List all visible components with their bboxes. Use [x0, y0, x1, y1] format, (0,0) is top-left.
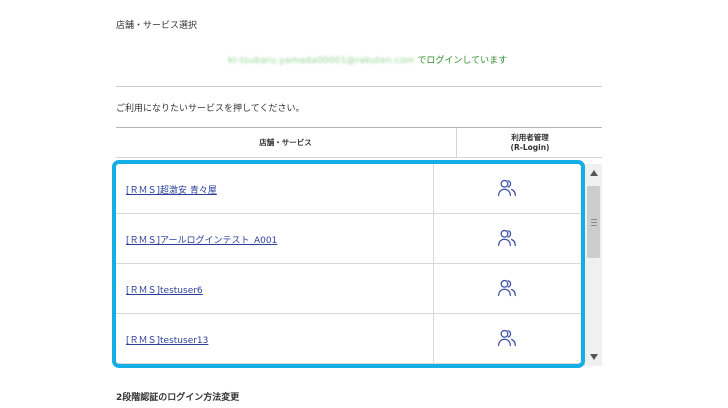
scroll-down-button[interactable]: [585, 350, 602, 364]
service-list: [ＲＭＳ]超激安 青々屋 [ＲＭＳ]アールログインテスト_A001 [ＲＭＳ]t…: [116, 164, 602, 366]
instruction-text: ご利用になりたいサービスを押してください。: [116, 104, 305, 114]
service-link[interactable]: [ＲＭＳ]testuser13: [126, 333, 208, 346]
service-row: [ＲＭＳ]testuser13: [116, 314, 584, 364]
two-factor-section-heading: 2段階認証のログイン方法変更: [116, 393, 240, 403]
login-email: kr-tsubaru.yamada00001@rakuten.com: [228, 56, 415, 66]
service-link[interactable]: [ＲＭＳ]超激安 青々屋: [126, 183, 217, 196]
service-row: [ＲＭＳ]超激安 青々屋: [116, 164, 584, 214]
column-header-store: 店舗・サービス: [259, 137, 312, 147]
login-status: kr-tsubaru.yamada00001@rakuten.com でログイン…: [228, 53, 507, 66]
page-title: 店舗・サービス選択: [116, 21, 198, 31]
triangle-up-icon: [589, 170, 598, 176]
table-header: 店舗・サービス 利用者管理 (R-Login): [116, 127, 602, 158]
service-link[interactable]: [ＲＭＳ]アールログインテスト_A001: [126, 233, 277, 246]
users-icon[interactable]: [497, 178, 517, 198]
users-icon[interactable]: [497, 328, 517, 348]
service-row: [ＲＭＳ]アールログインテスト_A001: [116, 214, 584, 264]
triangle-down-icon: [589, 354, 598, 360]
cell-divider: [433, 164, 434, 213]
service-link[interactable]: [ＲＭＳ]testuser6: [126, 283, 203, 296]
users-icon[interactable]: [497, 278, 517, 298]
column-header-user-management-line1: 利用者管理: [511, 132, 549, 142]
scroll-up-button[interactable]: [585, 166, 602, 180]
service-row: [ＲＭＳ]testuser6: [116, 264, 584, 314]
list-scrollbar[interactable]: [584, 164, 602, 366]
divider: [116, 86, 602, 87]
login-status-text: でログインしています: [417, 56, 508, 66]
grip-icon: [590, 218, 597, 226]
cell-divider: [433, 314, 434, 363]
users-icon[interactable]: [497, 228, 517, 248]
scrollbar-thumb[interactable]: [587, 186, 600, 258]
cell-divider: [433, 214, 434, 263]
column-header-user-management-line2: (R-Login): [510, 142, 550, 152]
column-header-user-management: 利用者管理 (R-Login): [456, 128, 603, 157]
cell-divider: [433, 264, 434, 313]
